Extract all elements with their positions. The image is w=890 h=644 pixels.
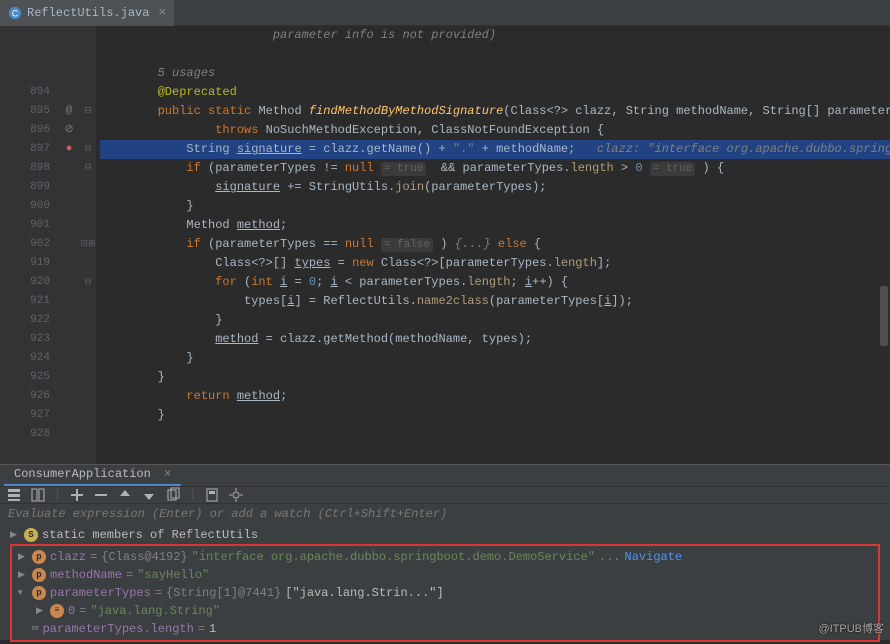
code-content[interactable]: parameter info is not provided) 5 usages… <box>96 26 890 464</box>
collapse-icon[interactable]: ▾ <box>18 584 28 602</box>
var-parametertypes[interactable]: ▾ p parameterTypes = {String[1]@7441} ["… <box>14 584 876 602</box>
debug-panel: ConsumerApplication × | | Evaluate expre… <box>0 464 890 640</box>
expand-icon[interactable]: ▶ <box>18 566 28 584</box>
fold-column: ⊟⊟⊟⊟⊞⊟ <box>80 26 96 464</box>
var-methodname[interactable]: ▶ p methodName = "sayHello" <box>14 566 876 584</box>
java-class-icon: C <box>8 6 22 20</box>
variables-view[interactable]: ▶ S static members of ReflectUtils ▶ p c… <box>0 524 890 644</box>
editor-scrollbar[interactable] <box>878 26 888 464</box>
navigate-link[interactable]: Navigate <box>625 548 683 566</box>
var-static-members[interactable]: ▶ S static members of ReflectUtils <box>6 526 884 544</box>
close-tab-icon[interactable]: × <box>158 5 166 20</box>
var-parametertypes-0[interactable]: ▶ ≡ 0 = "java.lang.String" <box>14 602 876 620</box>
editor-tab[interactable]: C ReflectUtils.java × <box>0 0 174 26</box>
remove-watch-icon[interactable] <box>93 487 109 503</box>
expand-icon[interactable]: ▶ <box>36 602 46 620</box>
debug-toolbar: | | <box>0 487 890 504</box>
close-debug-tab-icon[interactable]: × <box>164 467 171 481</box>
param-badge-icon: p <box>32 568 46 582</box>
element-badge-icon: ≡ <box>50 604 64 618</box>
infinity-icon: ∞ <box>32 620 39 638</box>
scrollbar-thumb[interactable] <box>880 286 888 346</box>
editor-tab-filename: ReflectUtils.java <box>27 6 149 20</box>
debug-session-tab[interactable]: ConsumerApplication × <box>4 464 181 486</box>
threads-icon[interactable] <box>6 487 22 503</box>
expand-icon[interactable]: ▶ <box>18 548 28 566</box>
debug-tab-row: ConsumerApplication × <box>0 465 890 487</box>
down-icon[interactable] <box>141 487 157 503</box>
settings-icon[interactable] <box>228 487 244 503</box>
param-badge-icon: p <box>32 586 46 600</box>
code-editor[interactable]: 8948958968978988999009019029199209219229… <box>0 26 890 464</box>
copy-icon[interactable] <box>165 487 181 503</box>
svg-text:C: C <box>12 8 18 18</box>
gutter-icon-column: @⊘● <box>58 26 80 464</box>
evaluate-expression-input[interactable]: Evaluate expression (Enter) or add a wat… <box>0 504 890 524</box>
var-parametertypes-length[interactable]: ∞ parameterTypes.length = 1 <box>14 620 876 638</box>
highlighted-vars-group: ▶ p clazz = {Class@4192} "interface org.… <box>10 544 880 642</box>
restore-layout-icon[interactable] <box>30 487 46 503</box>
new-watch-icon[interactable] <box>69 487 85 503</box>
calculator-icon[interactable] <box>204 487 220 503</box>
static-badge-icon: S <box>24 528 38 542</box>
up-icon[interactable] <box>117 487 133 503</box>
watermark: @ITPUB博客 <box>818 620 884 636</box>
line-number-gutter: 8948958968978988999009019029199209219229… <box>0 26 58 464</box>
editor-tab-bar: C ReflectUtils.java × <box>0 0 890 26</box>
expand-icon[interactable]: ▶ <box>10 526 20 544</box>
var-clazz[interactable]: ▶ p clazz = {Class@4192} "interface org.… <box>14 548 876 566</box>
param-badge-icon: p <box>32 550 46 564</box>
